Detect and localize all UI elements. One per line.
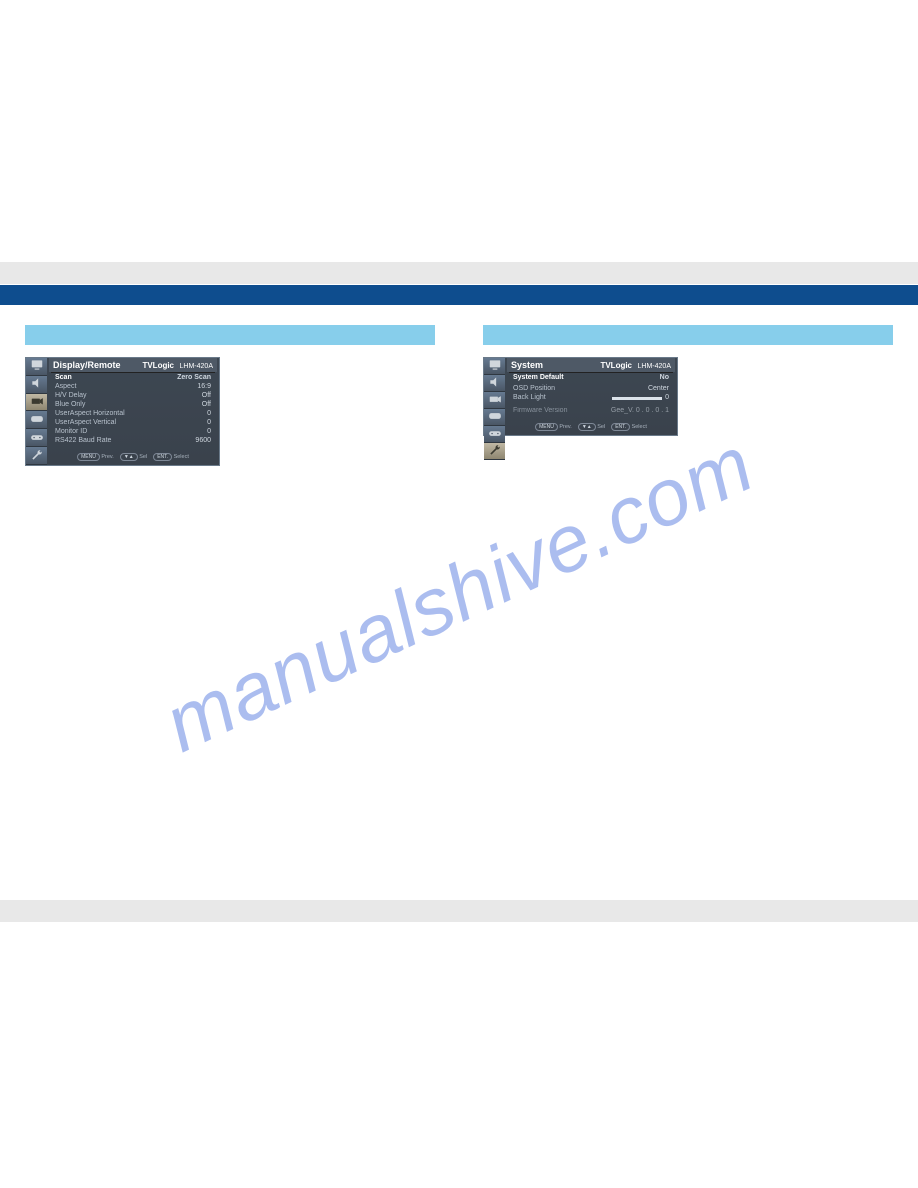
btn-arrows[interactable]: ▼▲ bbox=[120, 453, 138, 461]
osd-tabs-right bbox=[484, 358, 505, 435]
btn-ent[interactable]: ENT. bbox=[611, 423, 630, 431]
right-cyan-bar bbox=[483, 325, 893, 345]
osd-title-left: Display/Remote TVLogic LHM-420A bbox=[49, 358, 217, 372]
v: 0 bbox=[207, 419, 211, 426]
gamepad-icon bbox=[30, 430, 44, 446]
row-hvdelay[interactable]: H/V Delay Off bbox=[49, 391, 217, 400]
row-firmware: Firmware Version Gee_V. 0 . 0 . 0 . 1 bbox=[507, 406, 675, 415]
watermark: manualshive.com bbox=[151, 418, 768, 771]
l: Firmware Version bbox=[513, 407, 567, 414]
btn-ent[interactable]: ENT. bbox=[153, 453, 172, 461]
camera-icon bbox=[488, 392, 502, 408]
osd-model: LHM-420A bbox=[180, 363, 213, 370]
osd-title-text: Display/Remote bbox=[53, 360, 121, 370]
v: Off bbox=[202, 392, 211, 399]
tab-icon-2[interactable] bbox=[26, 376, 47, 394]
camera-icon bbox=[30, 394, 44, 410]
monitor-icon bbox=[30, 358, 44, 374]
left-cyan-bar bbox=[25, 325, 435, 345]
wrench-icon bbox=[30, 448, 44, 464]
v: No bbox=[660, 374, 669, 381]
row-blueonly[interactable]: Blue Only Off bbox=[49, 400, 217, 409]
t: Select bbox=[174, 454, 189, 460]
tab-icon-r1[interactable] bbox=[484, 358, 505, 375]
tab-icon-r5[interactable] bbox=[484, 426, 505, 443]
l: UserAspect Vertical bbox=[55, 419, 116, 426]
row-baud[interactable]: RS422 Baud Rate 9600 bbox=[49, 436, 217, 445]
osd-brand: TVLogic bbox=[142, 361, 174, 370]
osd-main-left: Display/Remote TVLogic LHM-420A Scan Zero… bbox=[47, 358, 219, 465]
l: System Default bbox=[513, 374, 564, 381]
row-uav[interactable]: UserAspect Vertical 0 bbox=[49, 418, 217, 427]
l: Back Light bbox=[513, 394, 546, 401]
v: 0 bbox=[665, 394, 669, 401]
tab-icon-1[interactable] bbox=[26, 358, 47, 376]
osd-model: LHM-420A bbox=[638, 363, 671, 370]
speaker-icon bbox=[30, 376, 44, 392]
grey-band-bottom bbox=[0, 900, 918, 922]
gamepad-icon bbox=[488, 426, 502, 442]
row-uah[interactable]: UserAspect Horizontal 0 bbox=[49, 409, 217, 418]
v: 0 bbox=[207, 410, 211, 417]
btn-menu[interactable]: MENU bbox=[77, 453, 100, 461]
tab-icon-3-selected[interactable] bbox=[26, 394, 47, 412]
console-icon bbox=[488, 409, 502, 425]
left-column: Display/Remote TVLogic LHM-420A Scan Zero… bbox=[25, 325, 435, 466]
row-monid[interactable]: Monitor ID 0 bbox=[49, 427, 217, 436]
speaker-icon bbox=[488, 375, 502, 391]
l: Scan bbox=[55, 374, 72, 381]
btn-menu[interactable]: MENU bbox=[535, 423, 558, 431]
l: H/V Delay bbox=[55, 392, 87, 399]
l: OSD Position bbox=[513, 385, 555, 392]
v: Off bbox=[202, 401, 211, 408]
row-aspect[interactable]: Aspect 16:9 bbox=[49, 382, 217, 391]
osd-footer-left: MENU Prev. ▼▲ Sel ENT. Select bbox=[49, 451, 217, 463]
l: Monitor ID bbox=[55, 428, 87, 435]
osd-tabs-left bbox=[26, 358, 47, 465]
btn-arrows[interactable]: ▼▲ bbox=[578, 423, 596, 431]
tab-icon-5[interactable] bbox=[26, 429, 47, 447]
osd-main-right: System TVLogic LHM-420A System Default No… bbox=[505, 358, 677, 435]
console-icon bbox=[30, 412, 44, 428]
v: 9600 bbox=[195, 437, 211, 444]
t: Sel bbox=[139, 454, 147, 460]
v: Gee_V. 0 . 0 . 0 . 1 bbox=[611, 407, 669, 414]
wrench-icon bbox=[488, 443, 502, 459]
osd-display-remote: Display/Remote TVLogic LHM-420A Scan Zero… bbox=[25, 357, 220, 466]
osd-footer-right: MENU Prev. ▼▲ Sel ENT. Select bbox=[507, 421, 675, 433]
row-backlight[interactable]: Back Light 0 bbox=[507, 393, 675, 402]
tab-icon-r3[interactable] bbox=[484, 392, 505, 409]
t: Prev. bbox=[101, 454, 113, 460]
tab-icon-r4[interactable] bbox=[484, 409, 505, 426]
osd-system: System TVLogic LHM-420A System Default No… bbox=[483, 357, 678, 436]
l: RS422 Baud Rate bbox=[55, 437, 111, 444]
t: Sel bbox=[597, 424, 605, 430]
row-scan[interactable]: Scan Zero Scan bbox=[49, 373, 217, 382]
osd-title-text: System bbox=[511, 360, 543, 370]
grey-band-top bbox=[0, 262, 918, 284]
tab-icon-r6-selected[interactable] bbox=[484, 443, 505, 460]
v: Center bbox=[648, 385, 669, 392]
v: Zero Scan bbox=[177, 374, 211, 381]
tab-icon-6[interactable] bbox=[26, 447, 47, 465]
tab-icon-4[interactable] bbox=[26, 411, 47, 429]
row-sysdefault[interactable]: System Default No bbox=[507, 373, 675, 382]
l: Blue Only bbox=[55, 401, 85, 408]
l: Aspect bbox=[55, 383, 76, 390]
t: Prev. bbox=[559, 424, 571, 430]
t: Select bbox=[632, 424, 647, 430]
l: UserAspect Horizontal bbox=[55, 410, 125, 417]
row-osdpos[interactable]: OSD Position Center bbox=[507, 384, 675, 393]
blue-band bbox=[0, 285, 918, 305]
backlight-slider[interactable] bbox=[612, 397, 662, 400]
v: 16:9 bbox=[197, 383, 211, 390]
osd-title-right: System TVLogic LHM-420A bbox=[507, 358, 675, 372]
right-column: System TVLogic LHM-420A System Default No… bbox=[483, 325, 893, 436]
tab-icon-r2[interactable] bbox=[484, 375, 505, 392]
osd-brand: TVLogic bbox=[600, 361, 632, 370]
monitor-icon bbox=[488, 358, 502, 374]
v: 0 bbox=[207, 428, 211, 435]
